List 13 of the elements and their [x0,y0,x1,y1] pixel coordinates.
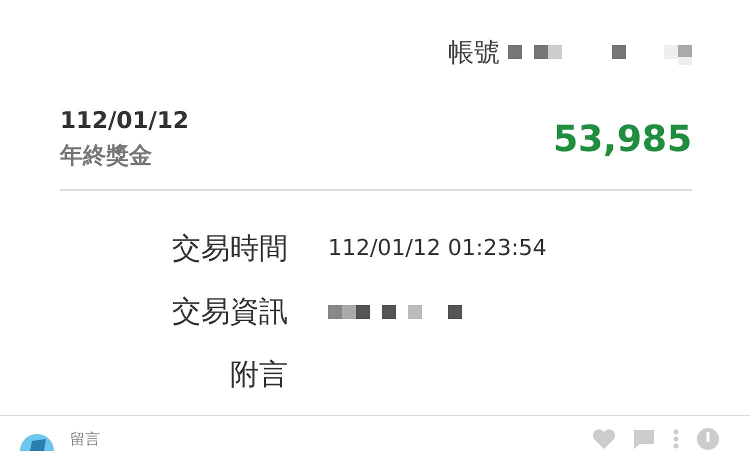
comment-icon[interactable] [632,428,656,450]
detail-label: 交易資訊 [171,293,288,330]
info-icon[interactable] [696,427,720,451]
transaction-date: 112/01/12 [60,108,189,134]
detail-label: 附言 [229,356,288,393]
account-label: 帳號 [448,36,500,70]
comment-label[interactable]: 留言 [70,430,576,448]
transaction-description: 年終獎金 [60,142,153,171]
heart-icon[interactable] [592,428,616,450]
transaction-amount: 53,985 [553,119,692,160]
more-icon[interactable] [672,428,680,450]
detail-label: 交易時間 [171,230,288,267]
detail-value: 112/01/12 01:23:54 [328,235,548,263]
